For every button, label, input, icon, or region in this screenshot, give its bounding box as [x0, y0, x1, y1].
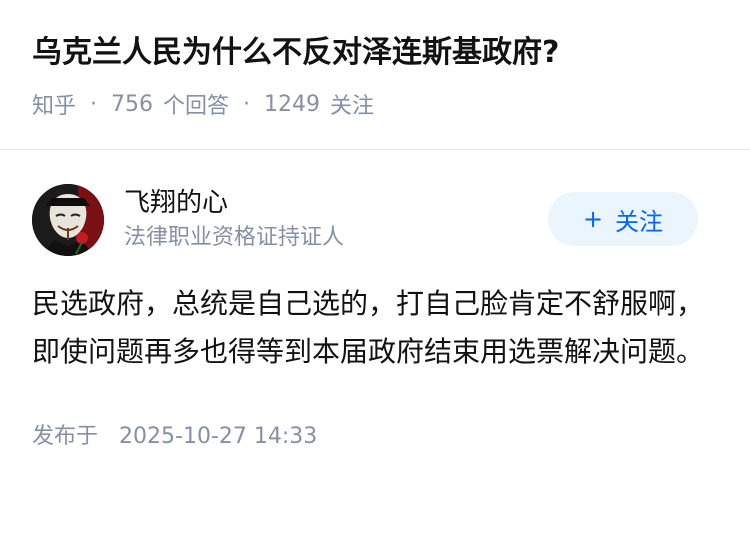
- question-header: 乌克兰人民为什么不反对泽连斯基政府? 知乎 · 756 个回答 · 1249 关…: [0, 0, 750, 150]
- question-title[interactable]: 乌克兰人民为什么不反对泽连斯基政府?: [32, 32, 718, 74]
- publish-label: 发布于: [32, 424, 99, 449]
- answer-content: 民选政府，总统是自己选的，打自己脸肯定不舒服啊，即使问题再多也得等到本届政府结束…: [32, 287, 705, 368]
- follow-count-label[interactable]: 关注: [330, 88, 374, 120]
- avatar[interactable]: [32, 184, 104, 256]
- author-info: 飞翔的心 法律职业资格证持证人: [124, 188, 344, 252]
- question-meta: 知乎 · 756 个回答 · 1249 关注: [32, 88, 718, 120]
- follow-button[interactable]: + 关注: [548, 192, 698, 246]
- source-label[interactable]: 知乎: [32, 88, 76, 120]
- author-row: 飞翔的心 法律职业资格证持证人 + 关注: [32, 184, 718, 256]
- answer-count: 756: [111, 91, 154, 117]
- meta-separator: ·: [90, 91, 98, 117]
- zhihu-answer-page: 乌克兰人民为什么不反对泽连斯基政府? 知乎 · 756 个回答 · 1249 关…: [0, 0, 750, 534]
- answer-count-label[interactable]: 个回答: [163, 88, 229, 120]
- follow-button-label: 关注: [615, 207, 664, 236]
- meta-separator: ·: [243, 91, 251, 117]
- plus-icon: +: [582, 205, 604, 233]
- author-name[interactable]: 飞翔的心: [124, 188, 344, 219]
- answer-card: 飞翔的心 法律职业资格证持证人 + 关注 民选政府，总统是自己选的，打自己脸肯定…: [0, 150, 750, 450]
- publish-info: 发布于 2025-10-27 14:33: [32, 418, 718, 450]
- publish-time: 2025-10-27 14:33: [119, 424, 318, 449]
- author-bio: 法律职业资格证持证人: [124, 225, 345, 251]
- follow-count: 1249: [264, 91, 321, 117]
